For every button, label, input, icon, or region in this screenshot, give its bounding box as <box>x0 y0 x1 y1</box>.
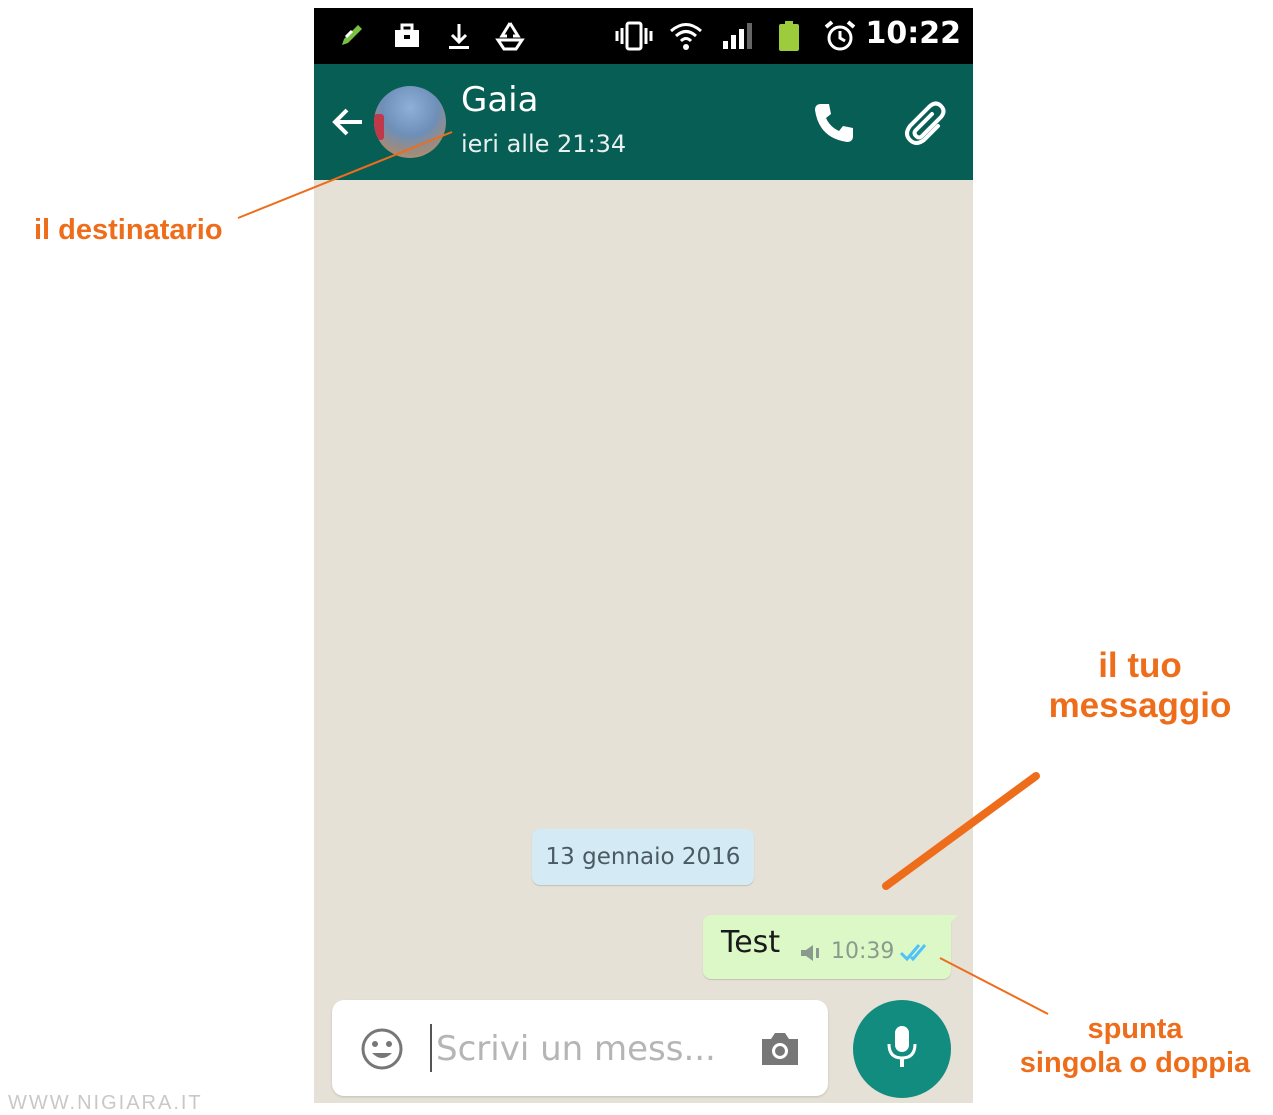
microphone-icon <box>882 1022 922 1076</box>
back-arrow-icon[interactable] <box>328 102 368 142</box>
recipient-annotation: il destinatario <box>34 214 223 246</box>
watermark: WWW.NIGIARA.IT <box>8 1092 203 1114</box>
signal-icon <box>718 20 758 52</box>
alarm-icon <box>820 20 860 52</box>
vibrate-icon <box>612 20 656 52</box>
download-icon <box>444 20 474 52</box>
briefcase-icon <box>390 20 424 52</box>
camera-icon[interactable] <box>758 1029 802 1069</box>
phone-screen: 10:22 Gaia ieri alle 21:34 13 gennaio 20… <box>314 8 973 1103</box>
message-time: 10:39 <box>831 939 895 964</box>
last-seen: ieri alle 21:34 <box>461 130 627 158</box>
contact-avatar[interactable] <box>374 86 446 158</box>
compose-bar <box>332 1000 828 1096</box>
emoji-icon[interactable] <box>360 1027 404 1071</box>
recycle-icon <box>490 20 530 52</box>
tick-annotation-line2: singola o doppia <box>1019 1047 1251 1079</box>
tick-annotation-line1: spunta <box>1087 1013 1183 1045</box>
wifi-icon <box>666 20 706 52</box>
message-annotation-line2: messaggio <box>1048 686 1232 725</box>
status-bar: 10:22 <box>314 8 973 64</box>
speaker-icon <box>799 943 821 963</box>
status-time: 10:22 <box>865 16 962 51</box>
edit-icon <box>336 20 370 52</box>
contact-name[interactable]: Gaia <box>461 80 538 120</box>
tick-annotation: spunta singola o doppia <box>1004 1012 1266 1080</box>
chat-header: Gaia ieri alle 21:34 <box>314 64 973 180</box>
date-separator: 13 gennaio 2016 <box>532 829 754 885</box>
message-annotation: il tuo messaggio <box>1020 646 1260 726</box>
phone-icon[interactable] <box>811 100 857 146</box>
message-text: Test <box>721 925 781 960</box>
outgoing-message[interactable]: Test 10:39 <box>703 915 951 979</box>
message-input[interactable] <box>434 1018 728 1080</box>
paperclip-icon[interactable] <box>902 98 952 148</box>
battery-icon <box>774 20 804 52</box>
microphone-button[interactable] <box>853 1000 951 1098</box>
date-separator-text: 13 gennaio 2016 <box>545 844 741 870</box>
double-tick-icon <box>899 941 933 963</box>
message-annotation-line1: il tuo <box>1098 646 1182 685</box>
text-cursor <box>430 1024 432 1072</box>
